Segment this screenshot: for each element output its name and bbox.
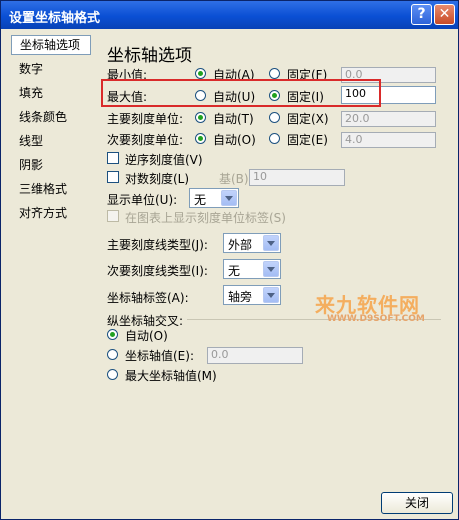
display-units-value: 无 bbox=[194, 193, 207, 207]
chevron-down-icon[interactable] bbox=[263, 261, 279, 277]
sidebar-item-shadow[interactable]: 阴影 bbox=[11, 155, 91, 175]
minor-tick-type-label: 次要刻度线类型(I): bbox=[107, 264, 208, 278]
minor-fixed-label[interactable]: 固定(E) bbox=[287, 131, 328, 148]
sidebar-item-3d-format[interactable]: 三维格式 bbox=[11, 179, 91, 199]
log-scale-checkbox[interactable] bbox=[107, 171, 119, 183]
sidebar-item-line-style[interactable]: 线型 bbox=[11, 131, 91, 151]
major-auto-label[interactable]: 自动(T) bbox=[213, 110, 254, 127]
help-button[interactable]: ? bbox=[411, 4, 432, 25]
axis-labels-select[interactable]: 轴旁 bbox=[223, 285, 281, 305]
sidebar-item-number[interactable]: 数字 bbox=[11, 59, 91, 79]
show-units-label: 在图表上显示刻度单位标签(S) bbox=[125, 211, 286, 225]
sidebar: 坐标轴选项 数字 填充 线条颜色 线型 阴影 三维格式 对齐方式 bbox=[11, 35, 91, 515]
major-fixed-label[interactable]: 固定(X) bbox=[287, 110, 329, 127]
watermark-url: WWW.D9SOFT.COM bbox=[327, 314, 425, 324]
min-auto-radio[interactable] bbox=[195, 68, 206, 79]
reverse-label[interactable]: 逆序刻度值(V) bbox=[125, 151, 203, 168]
cross-value-field[interactable]: 0.0 bbox=[207, 347, 303, 364]
section-title: 坐标轴选项 bbox=[107, 46, 192, 66]
major-fixed-radio[interactable] bbox=[269, 112, 280, 123]
major-tick-type-value: 外部 bbox=[228, 238, 253, 252]
reverse-checkbox[interactable] bbox=[107, 152, 119, 164]
log-scale-label[interactable]: 对数刻度(L) bbox=[125, 170, 189, 187]
minor-fixed-radio[interactable] bbox=[269, 133, 280, 144]
axis-labels-value: 轴旁 bbox=[228, 290, 253, 304]
sidebar-item-line-color[interactable]: 线条颜色 bbox=[11, 107, 91, 127]
minor-unit-label: 次要刻度单位: bbox=[107, 133, 184, 147]
minor-value-field[interactable]: 4.0 bbox=[341, 132, 436, 148]
base-value-field[interactable]: 10 bbox=[249, 169, 345, 186]
major-tick-type-label: 主要刻度线类型(J): bbox=[107, 238, 208, 252]
cross-value-label[interactable]: 坐标轴值(E): bbox=[125, 347, 194, 364]
minor-auto-label[interactable]: 自动(O) bbox=[213, 131, 256, 148]
dialog-window: 设置坐标轴格式 ? ✕ 坐标轴选项 数字 填充 线条颜色 线型 阴影 三维格式 … bbox=[0, 0, 459, 520]
sidebar-item-alignment[interactable]: 对齐方式 bbox=[11, 203, 91, 223]
cross-auto-label[interactable]: 自动(O) bbox=[125, 327, 168, 344]
min-fixed-radio[interactable] bbox=[269, 68, 280, 79]
major-value-field[interactable]: 20.0 bbox=[341, 111, 436, 127]
close-icon[interactable]: ✕ bbox=[434, 4, 455, 25]
window-title: 设置坐标轴格式 bbox=[9, 11, 101, 26]
cross-max-radio[interactable] bbox=[107, 369, 118, 380]
base-label: 基(B): bbox=[219, 172, 253, 186]
major-auto-radio[interactable] bbox=[195, 112, 206, 123]
minor-tick-type-select[interactable]: 无 bbox=[223, 259, 281, 279]
major-unit-label: 主要刻度单位: bbox=[107, 112, 184, 126]
sidebar-item-axis-options[interactable]: 坐标轴选项 bbox=[11, 35, 91, 55]
highlight-annotation bbox=[101, 79, 381, 107]
minor-tick-type-value: 无 bbox=[228, 264, 241, 278]
chevron-down-icon[interactable] bbox=[221, 190, 237, 206]
close-button[interactable]: 关闭 bbox=[381, 492, 453, 514]
show-units-checkbox[interactable] bbox=[107, 210, 119, 222]
title-bar[interactable]: 设置坐标轴格式 ? ✕ bbox=[1, 1, 458, 29]
cross-max-label[interactable]: 最大坐标轴值(M) bbox=[125, 367, 217, 384]
minor-auto-radio[interactable] bbox=[195, 133, 206, 144]
cross-value-radio[interactable] bbox=[107, 349, 118, 360]
cross-auto-radio[interactable] bbox=[107, 329, 118, 340]
display-units-label: 显示单位(U): bbox=[107, 193, 178, 207]
display-units-select[interactable]: 无 bbox=[189, 188, 239, 208]
chevron-down-icon[interactable] bbox=[263, 287, 279, 303]
chevron-down-icon[interactable] bbox=[263, 235, 279, 251]
major-tick-type-select[interactable]: 外部 bbox=[223, 233, 281, 253]
sidebar-item-fill[interactable]: 填充 bbox=[11, 83, 91, 103]
axis-labels-label: 坐标轴标签(A): bbox=[107, 291, 189, 305]
